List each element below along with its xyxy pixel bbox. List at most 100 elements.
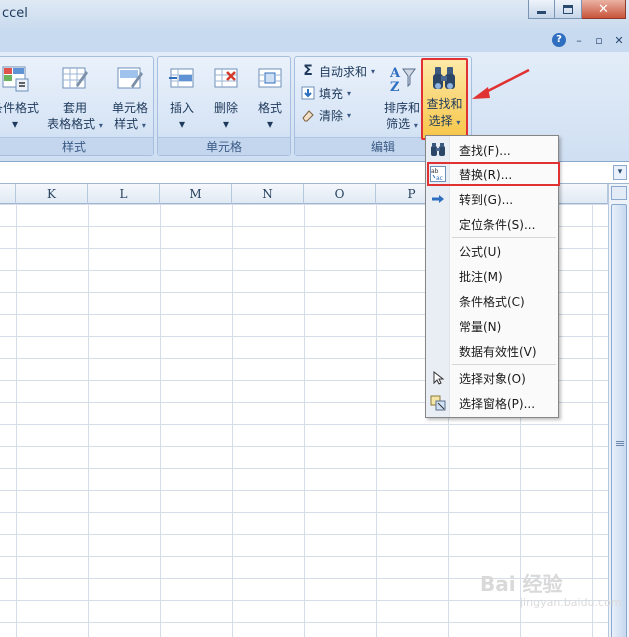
menu-item-constants[interactable]: 常量(N) <box>426 315 558 337</box>
fill-label: 填充 <box>319 86 344 101</box>
minimize-icon <box>537 10 546 14</box>
window-title: ccel <box>2 6 28 21</box>
column-header-o[interactable]: O <box>304 184 376 204</box>
scroll-up-button[interactable] <box>611 186 627 200</box>
format-button[interactable]: 格式 ▾ <box>248 59 292 135</box>
cells-group-label: 单元格 <box>158 137 290 155</box>
workbook-controls: ? – ▫ ✕ <box>552 33 626 47</box>
scroll-thumb[interactable] <box>611 204 627 637</box>
watermark-logo: Bai 经验 <box>480 572 563 596</box>
chevron-down-icon: ▾ <box>178 117 186 131</box>
chevron-down-icon: ▾ <box>456 118 461 127</box>
grip-icon <box>616 441 624 447</box>
menu-item-formulas[interactable]: 公式(U) <box>426 240 558 262</box>
menu-item-comments[interactable]: 批注(M) <box>426 265 558 287</box>
insert-button[interactable]: 插入 ▾ <box>160 59 204 135</box>
menu-item-label: 查找(F)... <box>459 143 511 158</box>
clear-label: 清除 <box>319 108 344 123</box>
format-cells-icon <box>258 68 282 88</box>
menu-item-label: 数据有效性(V) <box>459 344 537 359</box>
cell-styles-icon <box>117 67 143 89</box>
column-header-m[interactable]: M <box>160 184 232 204</box>
fill-down-icon <box>301 86 315 100</box>
workbook-restore-icon[interactable]: ▫ <box>592 34 606 47</box>
menu-item-select-objects[interactable]: 选择对象(O) <box>426 367 558 389</box>
close-icon: ✕ <box>598 1 609 17</box>
conditional-format-label: 条件格式 <box>0 101 39 115</box>
restore-button[interactable] <box>555 0 582 19</box>
find-select-label-text: 选择 <box>428 114 453 128</box>
menu-item-label: 选择窗格(P)... <box>459 396 536 411</box>
cell-styles-button[interactable]: 单元格 样式 ▾ <box>103 59 157 135</box>
chevron-down-icon: ▾ <box>371 66 376 76</box>
column-header-n[interactable]: N <box>232 184 304 204</box>
column-header-partial[interactable] <box>0 184 16 204</box>
title-bar: ccel ✕ <box>0 0 629 30</box>
delete-label: 删除 <box>213 101 238 115</box>
menu-item-label: 公式(U) <box>459 244 502 259</box>
minimize-button[interactable] <box>528 0 555 19</box>
chevron-down-icon: ▾ <box>141 121 146 130</box>
menu-item-conditional-formatting[interactable]: 条件格式(C) <box>426 290 558 312</box>
column-header-l[interactable]: L <box>88 184 160 204</box>
annotation-arrow <box>472 68 530 99</box>
menu-item-label: 批注(M) <box>459 269 503 284</box>
help-icon[interactable]: ? <box>552 33 566 47</box>
close-button[interactable]: ✕ <box>582 0 626 19</box>
menu-item-label: 选择对象(O) <box>459 371 526 386</box>
vertical-scrollbar[interactable] <box>608 184 629 637</box>
cell-styles-label-text: 样式 <box>114 117 139 131</box>
menu-item-label: 转到(G)... <box>459 192 514 207</box>
menu-item-selection-pane[interactable]: 选择窗格(P)... <box>426 392 558 414</box>
format-label: 格式 <box>257 101 282 115</box>
autosum-button[interactable]: Σ 自动求和 ▾ <box>301 61 375 81</box>
sort-filter-button[interactable]: A Z 排序和 筛选 ▾ <box>379 59 425 135</box>
cell-styles-label-1: 单元格 <box>111 101 148 115</box>
find-select-label-1: 查找和 <box>426 97 463 111</box>
watermark-url: jingyan.baidu.com <box>520 596 622 609</box>
binoculars-icon <box>433 67 455 89</box>
insert-cells-icon <box>169 68 194 88</box>
conditional-format-button[interactable]: 条件格式 ▾ <box>0 59 41 135</box>
cell-styles-label-2: 样式 ▾ <box>103 116 157 134</box>
chevron-down-icon: ▾ <box>11 117 19 131</box>
binoculars-icon <box>426 143 450 157</box>
restore-icon <box>563 4 573 14</box>
menu-item-data-validation[interactable]: 数据有效性(V) <box>426 340 558 362</box>
cursor-icon <box>426 371 450 385</box>
window-controls: ✕ <box>528 0 626 19</box>
delete-button[interactable]: 删除 ▾ <box>204 59 248 135</box>
fill-button[interactable]: 填充 ▾ <box>301 83 351 103</box>
menu-item-goto[interactable]: 转到(G)... <box>426 188 558 210</box>
workbook-minimize-icon[interactable]: – <box>572 34 586 47</box>
chevron-down-icon: ▾ <box>222 117 230 131</box>
chevron-down-icon: ▾ <box>347 88 352 98</box>
ribbon-tab-strip: ? – ▫ ✕ <box>0 30 629 52</box>
column-header-k[interactable]: K <box>16 184 88 204</box>
menu-item-goto-special[interactable]: 定位条件(S)... <box>426 213 558 235</box>
menu-item-label: 条件格式(C) <box>459 294 525 309</box>
workbook-close-icon[interactable]: ✕ <box>612 34 626 47</box>
menu-item-label: 常量(N) <box>459 319 502 334</box>
format-as-table-label-2: 表格格式 ▾ <box>47 116 103 134</box>
find-select-button[interactable]: 查找和 选择 ▾ <box>421 58 468 140</box>
eraser-icon <box>301 108 315 122</box>
menu-separator <box>452 237 556 238</box>
expand-formula-bar-icon[interactable]: ▾ <box>613 165 627 180</box>
chevron-down-icon: ▾ <box>266 117 274 131</box>
sort-filter-label-1: 排序和 <box>383 101 420 115</box>
chevron-down-icon: ▾ <box>413 121 418 130</box>
delete-cells-icon <box>214 68 238 88</box>
menu-item-find[interactable]: 查找(F)... <box>426 139 558 161</box>
format-as-table-button[interactable]: 套用 表格格式 ▾ <box>47 59 103 135</box>
styles-group-label: 样式 <box>0 137 153 155</box>
clear-button[interactable]: 清除 ▾ <box>301 105 351 125</box>
selection-pane-icon <box>426 395 450 411</box>
conditional-format-icon <box>2 66 29 92</box>
cells-group: 插入 ▾ 删除 ▾ 格式 ▾ 单元格 <box>157 56 291 156</box>
styles-group: 条件格式 ▾ 套用 表格格式 ▾ 单元格 样式 ▾ 样式 <box>0 56 154 156</box>
autosum-label: 自动求和 <box>319 64 368 79</box>
format-as-table-label-text: 表格格式 <box>47 117 96 131</box>
svg-text:A: A <box>389 66 401 81</box>
find-select-label-2: 选择 ▾ <box>423 113 466 131</box>
